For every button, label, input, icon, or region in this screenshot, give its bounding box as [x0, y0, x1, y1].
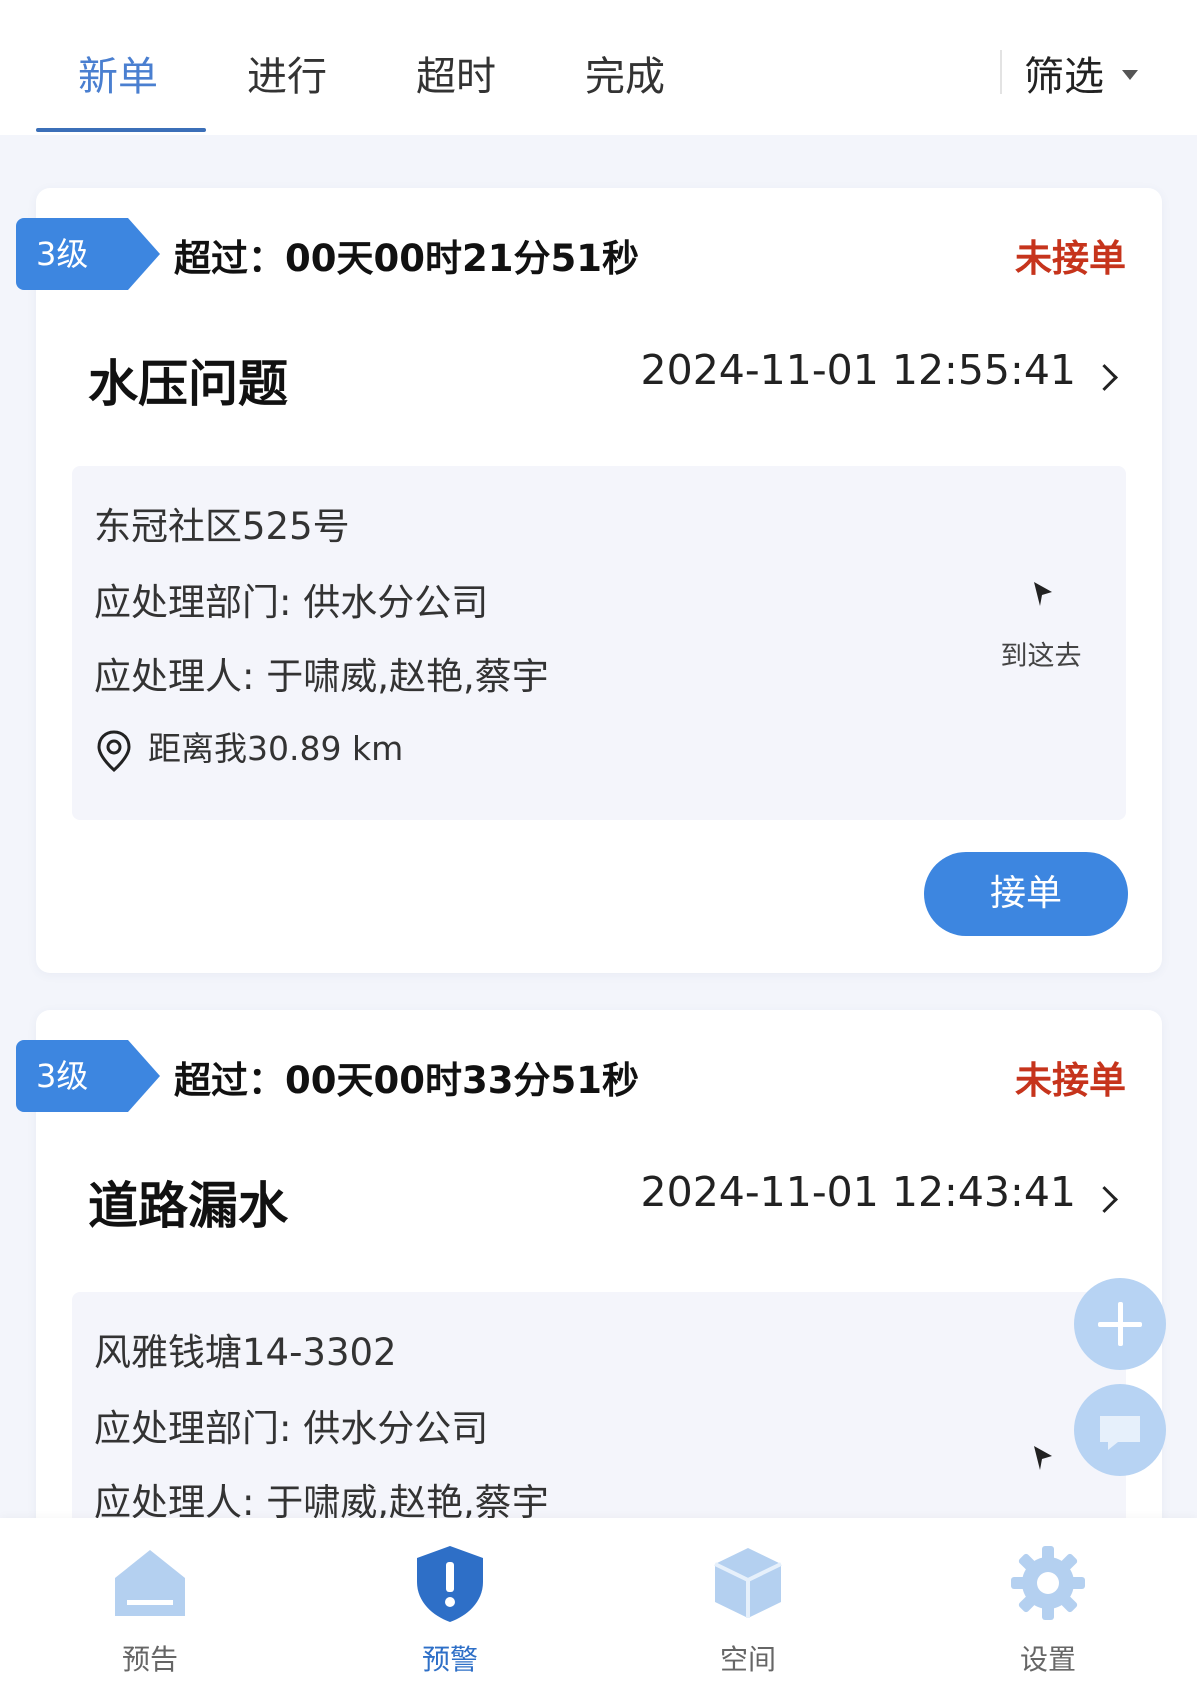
order-card[interactable]: 3级 超过：00天00时21分51秒 未接单 水压问题 2024-11-01 1… [16, 188, 1162, 973]
bottom-nav-label: 预告 [121, 1643, 178, 1676]
tab-completed[interactable]: 完成 [585, 44, 665, 102]
order-department: 应处理部门: 供水分公司 [94, 581, 489, 624]
home-icon [115, 1550, 185, 1616]
chevron-right-icon[interactable] [1091, 1186, 1118, 1213]
order-time: 2024-11-01 12:43:41 [640, 1168, 1076, 1216]
order-department: 应处理部门: 供水分公司 [94, 1407, 489, 1450]
chevron-right-icon[interactable] [1091, 364, 1118, 391]
navigate-button[interactable] [996, 1442, 1086, 1472]
tab-new-orders[interactable]: 新单 [78, 44, 158, 102]
gear-icon [1011, 1546, 1085, 1620]
shield-alert-icon [417, 1546, 483, 1622]
tab-divider [1000, 50, 1002, 94]
level-badge: 3级 [16, 218, 160, 290]
bottom-nav-warning[interactable]: 预警 [360, 1538, 540, 1678]
bottom-nav-label: 设置 [1019, 1643, 1076, 1676]
order-distance: 距离我30.89 km [94, 722, 403, 773]
navigate-button[interactable]: 到这去 [996, 578, 1086, 673]
filter-dropdown[interactable]: 筛选 [1024, 44, 1138, 102]
bottom-nav-settings[interactable]: 设置 [958, 1538, 1138, 1678]
distance-text: 距离我30.89 km [148, 729, 404, 768]
tab-in-progress[interactable]: 进行 [247, 44, 327, 102]
accept-order-button[interactable]: 接单 [924, 852, 1128, 936]
bottom-nav-label: 预警 [421, 1643, 478, 1676]
order-address: 风雅钱塘14-3302 [94, 1331, 397, 1374]
order-status: 未接单 [1015, 1059, 1126, 1102]
navigate-label: 到这去 [1000, 641, 1082, 672]
caret-down-icon [1122, 70, 1138, 80]
active-tab-indicator [36, 128, 206, 132]
overdue-timer: 超过：00天00时33分51秒 [174, 1059, 639, 1102]
filter-label: 筛选 [1024, 54, 1104, 100]
add-button[interactable] [1074, 1278, 1166, 1370]
tab-overtime[interactable]: 超时 [416, 44, 496, 102]
order-handlers: 应处理人: 于啸威,赵艳,蔡宇 [94, 655, 549, 698]
top-tab-bar: 新单 进行 超时 完成 筛选 [0, 0, 1197, 135]
order-title: 道路漏水 [88, 1177, 288, 1235]
order-address: 东冠社区525号 [94, 505, 350, 548]
message-icon [1100, 1416, 1140, 1450]
order-status: 未接单 [1015, 237, 1126, 280]
bottom-nav-label: 空间 [719, 1643, 776, 1676]
order-info-box: 东冠社区525号 应处理部门: 供水分公司 应处理人: 于啸威,赵艳,蔡宇 距离… [72, 466, 1126, 820]
order-time: 2024-11-01 12:55:41 [640, 346, 1076, 394]
navigate-arrow-icon [1034, 1446, 1052, 1470]
order-title: 水压问题 [88, 355, 288, 413]
message-button[interactable] [1074, 1384, 1166, 1476]
bottom-nav-space[interactable]: 空间 [658, 1538, 838, 1678]
location-pin-icon [97, 729, 131, 772]
bottom-nav-bar: 预告 预警 空间 设置 [0, 1518, 1197, 1683]
overdue-timer: 超过：00天00时21分51秒 [174, 237, 639, 280]
level-badge: 3级 [16, 1040, 160, 1112]
bottom-nav-forecast[interactable]: 预告 [60, 1538, 240, 1678]
cube-icon [714, 1548, 782, 1618]
navigate-arrow-icon [1034, 582, 1052, 606]
